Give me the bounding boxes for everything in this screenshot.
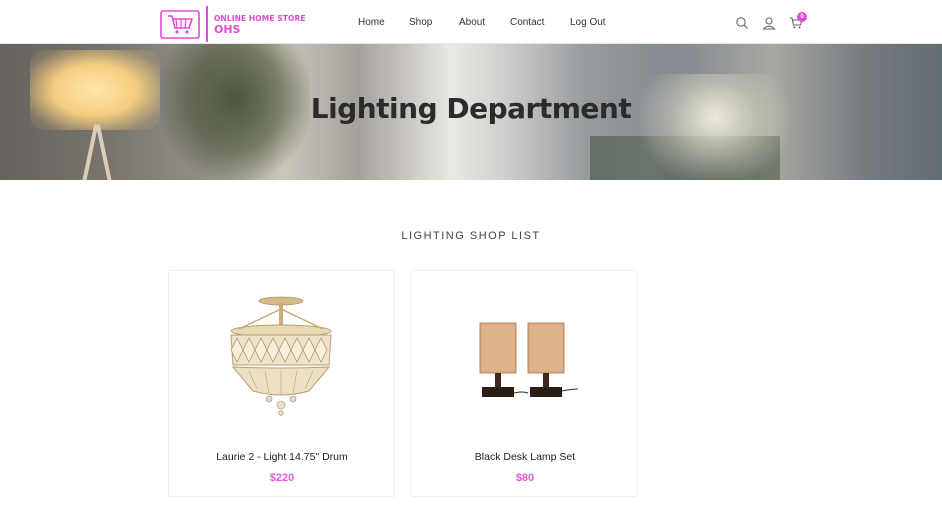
product-card[interactable]: Laurie 2 - Light 14.75" Drum $220 — [168, 270, 394, 497]
cart-count-badge: 0 — [797, 12, 807, 22]
hero-banner: Lighting Department — [0, 44, 942, 180]
desk-lamp-set-image — [479, 322, 579, 397]
search-icon[interactable] — [735, 16, 749, 30]
user-icon[interactable] — [762, 16, 776, 30]
nav-shop[interactable]: Shop — [409, 17, 432, 28]
shopping-cart-logo-icon — [160, 10, 200, 39]
chandelier-image — [230, 296, 332, 416]
nav-contact[interactable]: Contact — [510, 17, 544, 28]
product-price: $220 — [269, 472, 295, 484]
section-heading: LIGHTING SHOP LIST — [401, 230, 541, 242]
logo-store-name: ONLINE HOME STORE — [214, 14, 306, 23]
nav-home[interactable]: Home — [358, 17, 385, 28]
product-name[interactable]: Black Desk Lamp Set — [412, 451, 638, 463]
product-price: $80 — [515, 472, 535, 484]
product-card[interactable]: Black Desk Lamp Set $80 — [411, 270, 637, 497]
logo-divider — [206, 6, 208, 42]
nav-logout[interactable]: Log Out — [570, 17, 606, 28]
product-name[interactable]: Laurie 2 - Light 14.75" Drum — [169, 451, 395, 463]
nav-about[interactable]: About — [459, 17, 485, 28]
store-logo[interactable]: ONLINE HOME STORE OHS — [160, 6, 310, 42]
logo-abbreviation: OHS — [214, 23, 241, 36]
site-header: ONLINE HOME STORE OHS Home Shop About Co… — [0, 0, 942, 44]
page-title: Lighting Department — [310, 92, 632, 125]
